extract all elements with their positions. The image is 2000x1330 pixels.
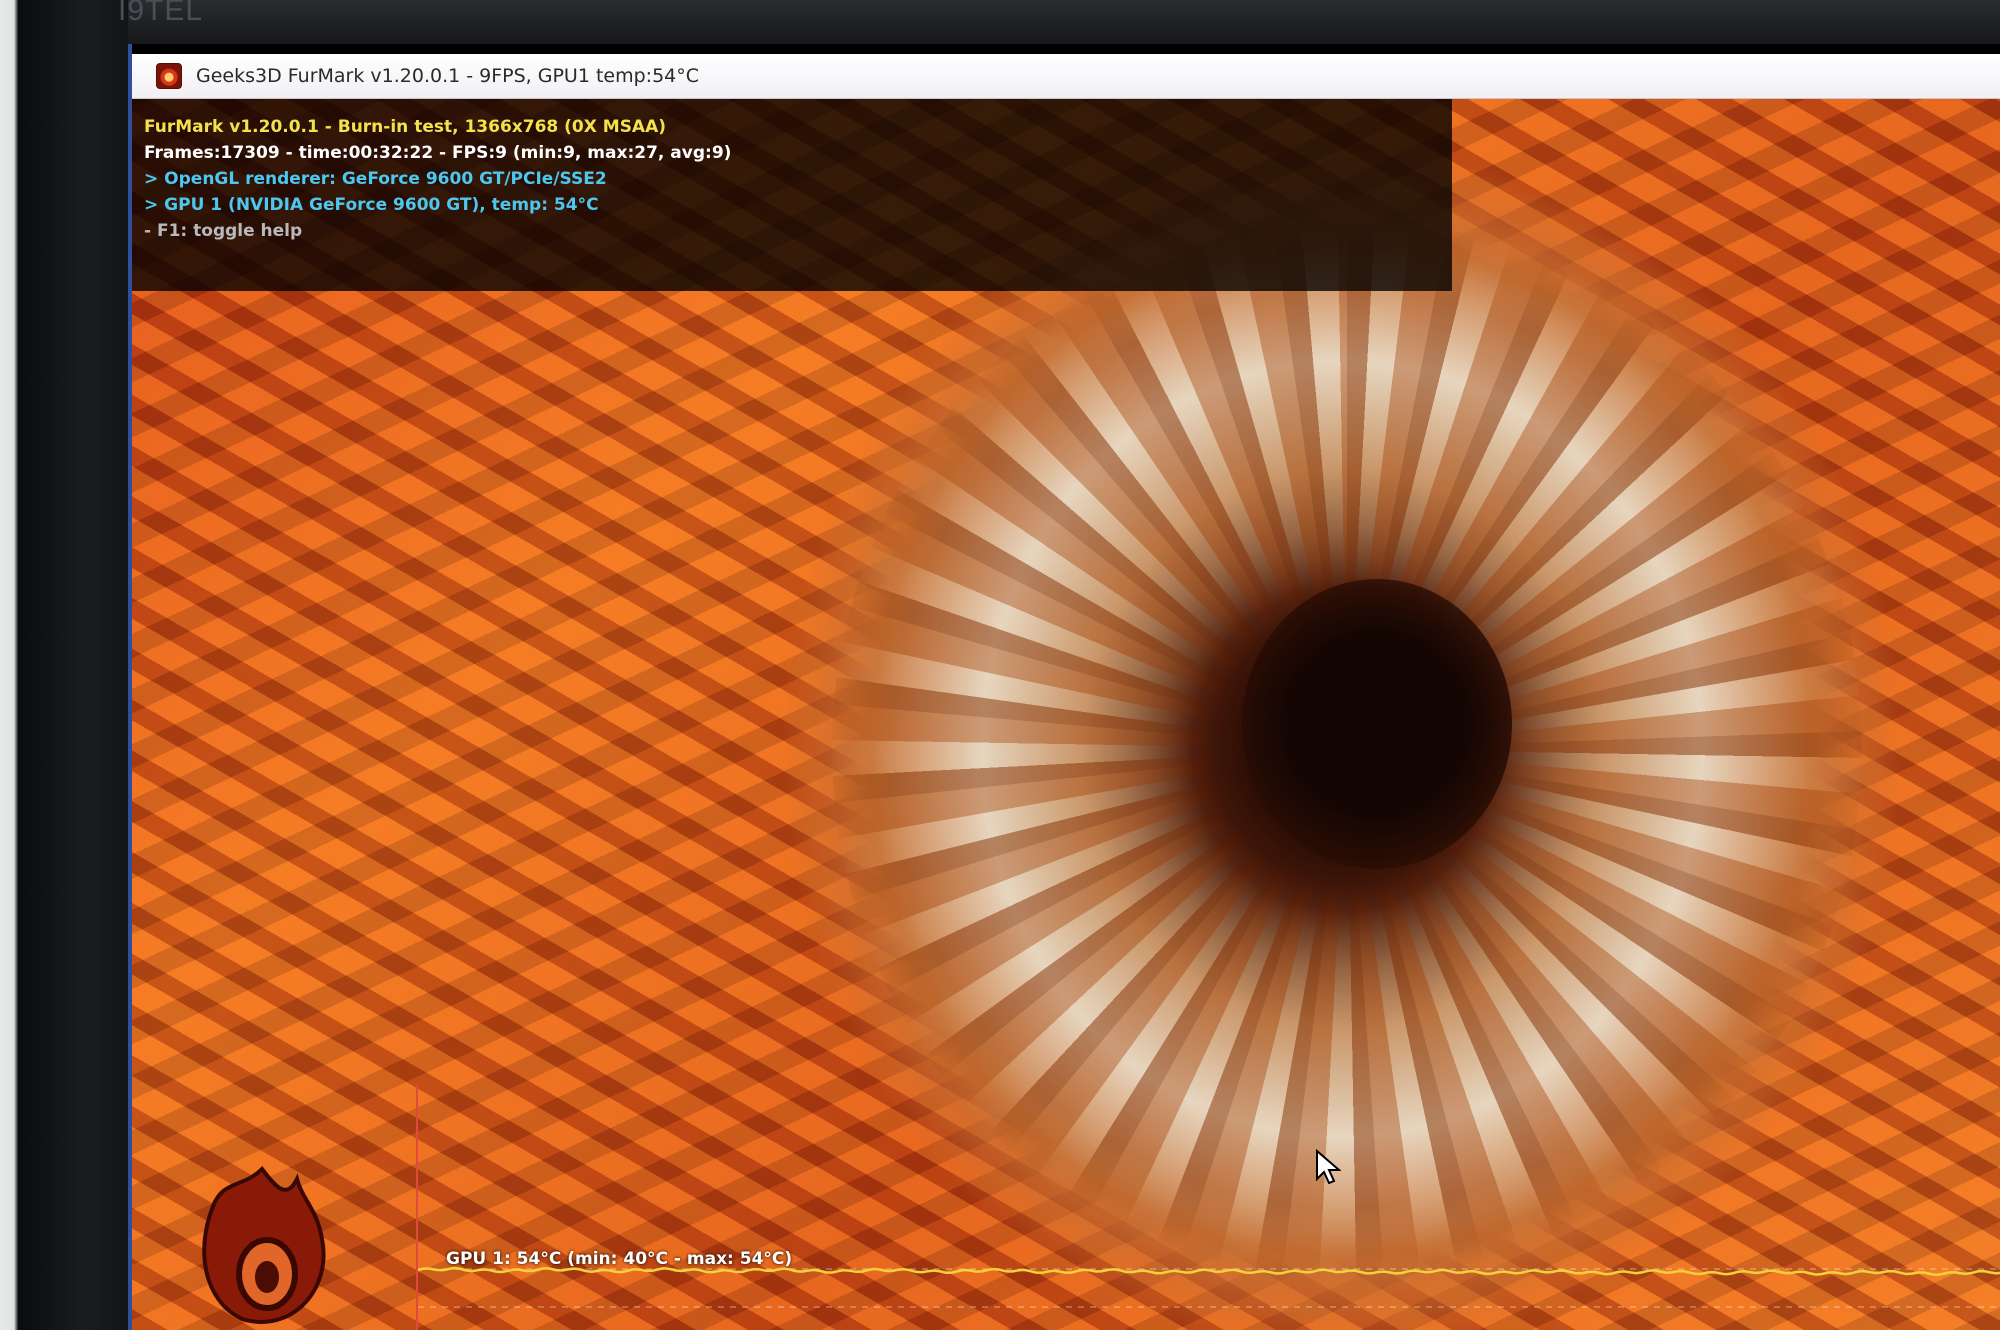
fur-donut-center	[1242, 579, 1512, 869]
furmark-flame-logo	[202, 1165, 326, 1324]
window-title: Geeks3D FurMark v1.20.0.1 - 9FPS, GPU1 t…	[196, 65, 700, 87]
overlay-gpu-line: > GPU 1 (NVIDIA GeForce 9600 GT), temp: …	[144, 195, 599, 215]
info-overlay-panel: FurMark v1.20.0.1 - Burn-in test, 1366x7…	[132, 99, 1452, 291]
monitor-brand-label: I9TEL	[118, 0, 204, 27]
mouse-pointer-icon	[1316, 1149, 1341, 1185]
overlay-renderer-line: > OpenGL renderer: GeForce 9600 GT/PCIe/…	[144, 169, 607, 189]
monitor-bezel-top	[30, 0, 2000, 44]
monitor-screen: Geeks3D FurMark v1.20.0.1 - 9FPS, GPU1 t…	[128, 44, 2000, 1330]
furmark-app-icon[interactable]	[156, 63, 182, 89]
temp-graph	[418, 1266, 2000, 1308]
overlay-title-line: FurMark v1.20.0.1 - Burn-in test, 1366x7…	[144, 117, 667, 137]
furmark-render-view[interactable]: FurMark v1.20.0.1 - Burn-in test, 1366x7…	[132, 99, 2000, 1330]
overlay-frames-line: Frames:17309 - time:00:32:22 - FPS:9 (mi…	[144, 143, 732, 163]
overlay-help-line: - F1: toggle help	[144, 221, 303, 241]
window-titlebar[interactable]: Geeks3D FurMark v1.20.0.1 - 9FPS, GPU1 t…	[132, 54, 2000, 99]
photo-of-monitor: I9TEL Geeks3D FurMark v1.20.0.1 - 9FPS, …	[0, 0, 2000, 1330]
monitor-bezel-left	[18, 0, 128, 1330]
